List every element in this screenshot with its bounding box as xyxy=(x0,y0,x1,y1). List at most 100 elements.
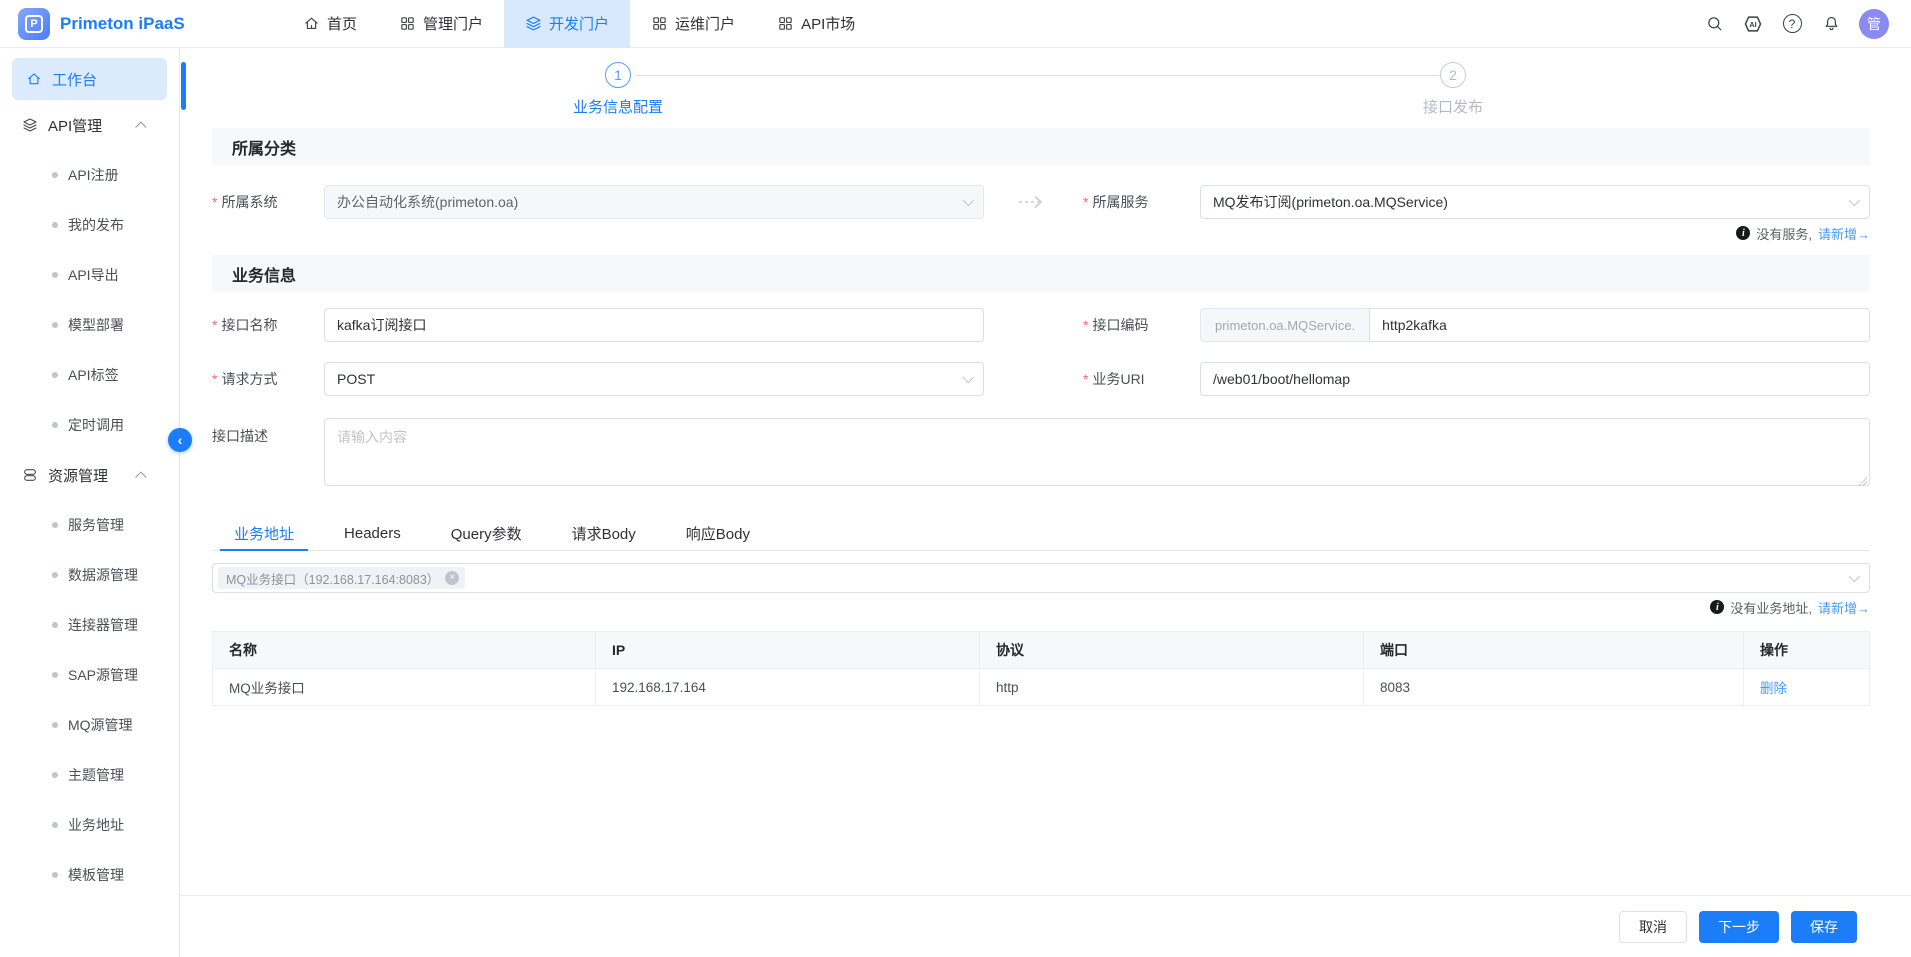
service-select-value: MQ发布订阅(primeton.oa.MQService) xyxy=(1213,192,1448,212)
help-icon[interactable]: ? xyxy=(1781,13,1803,35)
nav-item-ops-portal[interactable]: 运维门户 xyxy=(630,0,756,48)
description-textarea[interactable] xyxy=(324,418,1870,486)
sidebar-item-topic-management[interactable]: 主题管理 xyxy=(0,750,179,800)
address-multiselect[interactable]: MQ业务接口（192.168.17.164:8083） × xyxy=(212,563,1870,593)
nav-item-home[interactable]: 首页 xyxy=(282,0,378,48)
sidebar-item-business-address[interactable]: 业务地址 xyxy=(0,800,179,850)
col-name: 名称 xyxy=(213,632,596,669)
stepper: 1 业务信息配置 2 接口发布 xyxy=(180,48,1911,128)
sidebar-collapse-button[interactable]: ‹ xyxy=(168,428,192,452)
api-code-field-wrap xyxy=(1369,308,1870,342)
delete-row-link[interactable]: 删除 xyxy=(1760,681,1787,696)
service-label: 所属服务 xyxy=(1079,192,1200,212)
bullet-icon xyxy=(52,522,58,528)
bullet-icon xyxy=(52,822,58,828)
sidebar-item-workbench[interactable]: 工作台 xyxy=(12,58,167,100)
sidebar-item-service-management[interactable]: 服务管理 xyxy=(0,500,179,550)
cancel-button[interactable]: 取消 xyxy=(1619,911,1687,943)
grid-icon xyxy=(399,15,416,32)
sidebar-group-resource-management[interactable]: 资源管理 xyxy=(0,450,179,500)
system-select[interactable]: 办公自动化系统(primeton.oa) xyxy=(324,185,984,219)
remove-tag-icon[interactable]: × xyxy=(445,571,459,585)
main-content: 1 业务信息配置 2 接口发布 所属分类 所属系统 办公自动化系统(primet… xyxy=(180,48,1911,895)
sidebar-item-api-register[interactable]: API注册 xyxy=(0,150,179,200)
home-icon xyxy=(26,71,42,87)
add-service-link[interactable]: 请新增→ xyxy=(1818,224,1870,243)
method-select[interactable]: POST xyxy=(324,362,984,396)
api-code-input[interactable] xyxy=(1382,317,1857,333)
stepper-connector xyxy=(635,75,1439,76)
service-hint: i 没有服务,请新增→ xyxy=(212,222,1870,244)
nav-item-dev-portal[interactable]: 开发门户 xyxy=(504,0,630,48)
api-name-input[interactable] xyxy=(337,317,971,333)
search-icon[interactable] xyxy=(1703,13,1725,35)
sidebar-item-label: API导出 xyxy=(68,265,119,285)
save-button[interactable]: 保存 xyxy=(1791,911,1857,943)
layers-icon xyxy=(525,15,542,32)
header-actions: AI ? 管 xyxy=(1703,9,1911,39)
sidebar-item-connector-management[interactable]: 连接器管理 xyxy=(0,600,179,650)
chevron-up-icon xyxy=(135,121,146,132)
nav-item-label: 首页 xyxy=(327,13,357,34)
uri-input[interactable] xyxy=(1213,371,1857,387)
address-table: 名称 IP 协议 端口 操作 MQ业务接口 192.168.17.164 htt… xyxy=(212,631,1870,706)
tab-request-body[interactable]: 请求Body xyxy=(558,517,650,550)
service-select[interactable]: MQ发布订阅(primeton.oa.MQService) xyxy=(1200,185,1870,219)
sidebar-item-sap-source-management[interactable]: SAP源管理 xyxy=(0,650,179,700)
col-protocol: 协议 xyxy=(980,632,1364,669)
sidebar-item-template-management[interactable]: 模板管理 xyxy=(0,850,179,900)
sidebar-item-label: 服务管理 xyxy=(68,515,124,535)
database-icon xyxy=(22,467,38,483)
nav-item-admin-portal[interactable]: 管理门户 xyxy=(378,0,504,48)
sidebar-item-api-export[interactable]: API导出 xyxy=(0,250,179,300)
form: 所属分类 所属系统 办公自动化系统(primeton.oa) 所属服务 MQ发布… xyxy=(212,128,1870,706)
primary-nav: 首页 管理门户 开发门户 运维门户 API市场 xyxy=(282,0,876,48)
sidebar-item-api-tags[interactable]: API标签 xyxy=(0,350,179,400)
tab-bar: 业务地址 Headers Query参数 请求Body 响应Body xyxy=(212,517,1870,551)
svg-text:AI: AI xyxy=(1749,19,1756,28)
bullet-icon xyxy=(52,672,58,678)
nav-item-api-market[interactable]: API市场 xyxy=(756,0,876,48)
next-step-button[interactable]: 下一步 xyxy=(1699,911,1779,943)
nav-item-label: 开发门户 xyxy=(549,13,609,34)
chevron-down-icon xyxy=(963,372,974,383)
sidebar-group-label: API管理 xyxy=(48,115,102,136)
tab-query-params[interactable]: Query参数 xyxy=(437,517,536,550)
table-header-row: 名称 IP 协议 端口 操作 xyxy=(213,632,1870,669)
bullet-icon xyxy=(52,872,58,878)
hint-text: 没有业务地址, xyxy=(1730,598,1812,617)
sidebar-item-datasource-management[interactable]: 数据源管理 xyxy=(0,550,179,600)
sidebar-item-scheduled-call[interactable]: 定时调用 xyxy=(0,400,179,450)
tab-response-body[interactable]: 响应Body xyxy=(672,517,764,550)
avatar[interactable]: 管 xyxy=(1859,9,1889,39)
cell-name: MQ业务接口 xyxy=(213,669,596,706)
sidebar: 工作台 API管理 API注册 我的发布 API导出 模型部署 API标签 定时… xyxy=(0,48,180,957)
sidebar-item-my-publish[interactable]: 我的发布 xyxy=(0,200,179,250)
bullet-icon xyxy=(52,422,58,428)
sidebar-item-label: API注册 xyxy=(68,165,119,185)
sidebar-item-label: 连接器管理 xyxy=(68,615,138,635)
api-code-label: 接口编码 xyxy=(1079,315,1200,335)
bullet-icon xyxy=(52,272,58,278)
tab-headers[interactable]: Headers xyxy=(330,517,415,550)
bullet-icon xyxy=(52,372,58,378)
ai-assistant-icon[interactable]: AI xyxy=(1742,13,1764,35)
method-label: 请求方式 xyxy=(212,369,324,389)
sidebar-item-label: MQ源管理 xyxy=(68,715,133,735)
tab-business-address[interactable]: 业务地址 xyxy=(220,517,308,550)
bell-icon[interactable] xyxy=(1820,13,1842,35)
sidebar-group-api-management[interactable]: API管理 xyxy=(0,100,179,150)
uri-field-wrap xyxy=(1200,362,1870,396)
bullet-icon xyxy=(52,722,58,728)
chevron-down-icon xyxy=(963,195,974,206)
nav-item-label: API市场 xyxy=(801,13,855,34)
resize-grip[interactable] xyxy=(1858,477,1867,486)
add-address-link[interactable]: 请新增→ xyxy=(1818,598,1870,617)
sidebar-item-mq-source-management[interactable]: MQ源管理 xyxy=(0,700,179,750)
cell-port: 8083 xyxy=(1364,669,1744,706)
sidebar-item-label: 主题管理 xyxy=(68,765,124,785)
step-number: 1 xyxy=(605,62,631,88)
sidebar-item-model-deploy[interactable]: 模型部署 xyxy=(0,300,179,350)
step-label: 业务信息配置 xyxy=(518,96,718,117)
section-header-business-info: 业务信息 xyxy=(212,255,1870,292)
